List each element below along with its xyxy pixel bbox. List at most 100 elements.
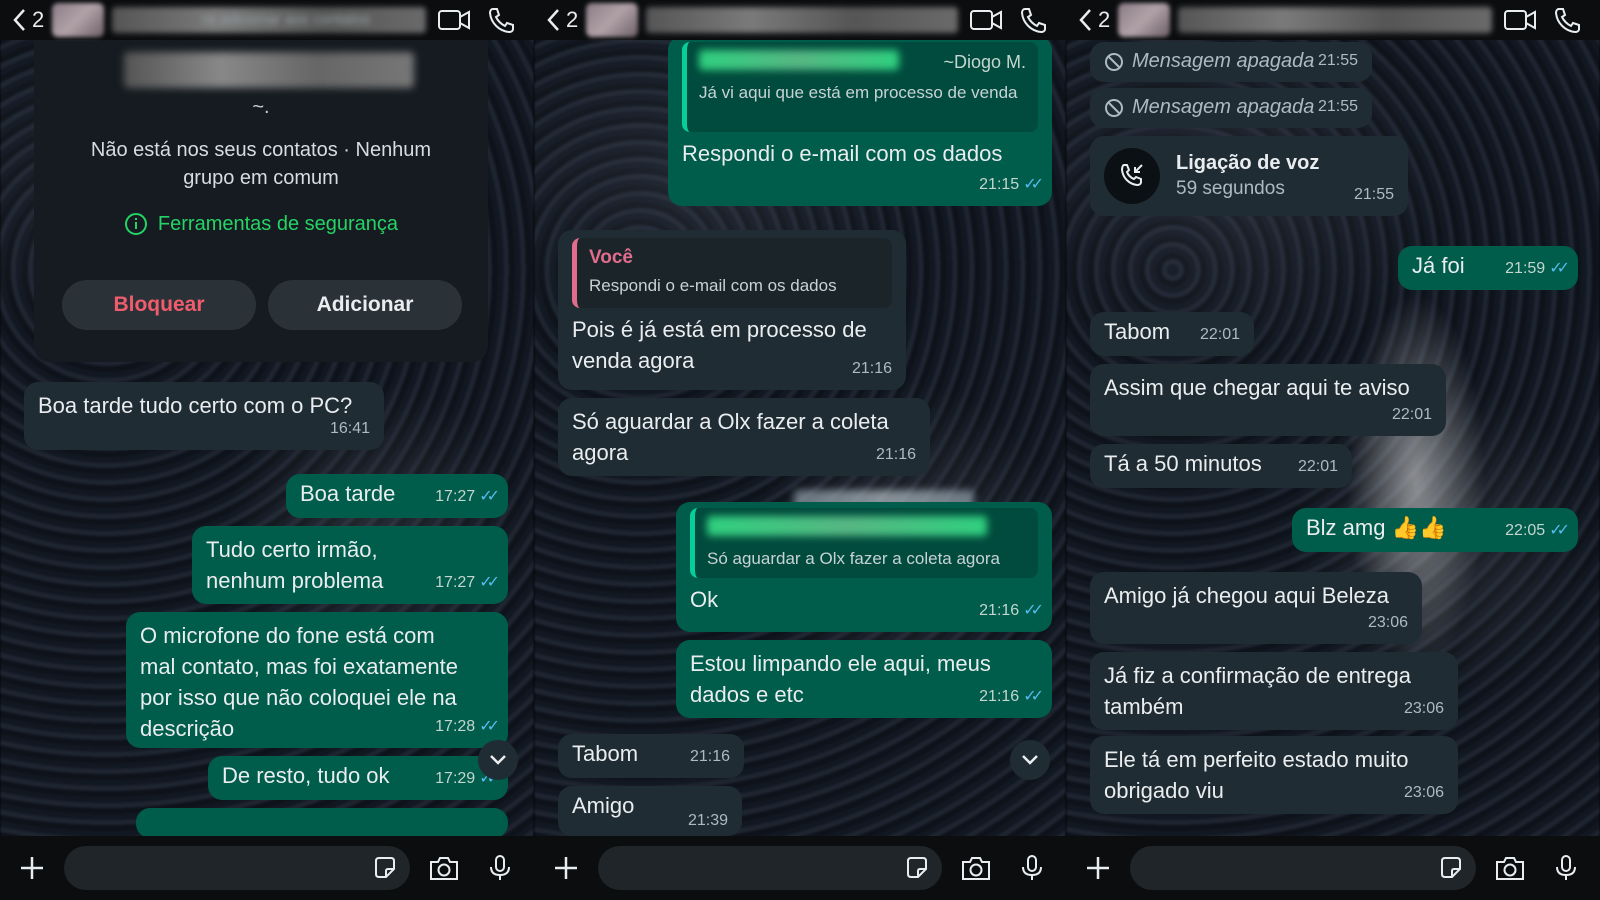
message-text: O microfone do fone está com mal contato… [140, 623, 458, 741]
message-bubble[interactable]: Boa tarde 17:27 ✓✓ [286, 474, 508, 518]
quoted-message[interactable]: Só aguardar a Olx fazer a coleta agora [690, 508, 1038, 578]
message-meta: 21:59 ✓✓ [1505, 253, 1570, 284]
scroll-to-bottom-button[interactable] [478, 740, 518, 780]
microphone-button[interactable] [1544, 846, 1588, 890]
message-time: 17:28 [435, 718, 476, 735]
message-meta: 21:16 ✓✓ [979, 595, 1044, 626]
message-bubble[interactable]: Já foi 21:59 ✓✓ [1398, 246, 1578, 290]
message-time: 17:27 [435, 488, 476, 505]
attach-button[interactable] [1078, 848, 1118, 888]
message-bubble[interactable]: Ele tá em perfeito estado muito obrigado… [1090, 736, 1458, 814]
message-bubble[interactable]: Estou limpando ele aqui, meus dados e et… [676, 640, 1052, 718]
quoted-author-blurred [699, 50, 899, 70]
contact-name[interactable]: ra adicionar aos contatos [112, 7, 426, 33]
sticker-icon[interactable] [904, 855, 930, 881]
message-bubble[interactable]: Amigo já chegou aqui Beleza 23:06 [1090, 572, 1422, 644]
message-meta: 16:41 [330, 413, 370, 444]
back-button[interactable]: 2 [1078, 7, 1110, 33]
message-bubble[interactable]: Só aguardar a Olx fazer a coleta agora O… [676, 502, 1052, 632]
voice-call-button[interactable] [1014, 5, 1054, 35]
avatar[interactable] [1118, 3, 1171, 37]
camera-button[interactable] [1488, 846, 1532, 890]
contact-tilde: ~. [252, 96, 270, 118]
message-bubble[interactable]: De resto, tudo ok 17:29 ✓✓ [208, 756, 508, 800]
video-camera-icon [970, 10, 1002, 30]
message-input[interactable] [64, 846, 410, 890]
message-bubble[interactable]: Só aguardar a Olx fazer a coleta agora 2… [558, 398, 930, 476]
message-bubble[interactable]: Tá a 50 minutos 22:01 [1090, 444, 1352, 488]
video-call-button[interactable] [966, 5, 1006, 35]
back-button[interactable]: 2 [546, 7, 578, 33]
contact-name[interactable] [1178, 7, 1492, 33]
video-camera-icon [438, 10, 470, 30]
message-bubble[interactable]: ~Diogo M. Já vi aqui que está em process… [668, 36, 1052, 206]
message-list[interactable]: ~Diogo M. Já vi aqui que está em process… [534, 36, 1066, 836]
message-bubble[interactable]: Amigo 21:39 [558, 786, 742, 836]
message-time: 21:55 [1353, 186, 1394, 203]
message-bubble-partial[interactable] [136, 808, 508, 838]
voice-call-button[interactable] [482, 5, 522, 35]
microphone-button[interactable] [478, 846, 522, 890]
message-meta: 22:01 [1200, 319, 1240, 350]
voice-call-button[interactable] [1548, 5, 1588, 35]
avatar[interactable] [52, 3, 105, 37]
back-button[interactable]: 2 [12, 7, 44, 33]
camera-button[interactable] [422, 846, 466, 890]
read-ticks-icon: ✓✓ [479, 718, 500, 735]
read-ticks-icon: ✓✓ [1549, 522, 1570, 539]
message-bubble[interactable]: Boa tarde tudo certo com o PC? 16:41 [24, 382, 384, 450]
message-list[interactable]: Mensagem apagada 21:55 Mensagem apagada … [1066, 40, 1600, 836]
message-bubble[interactable]: Tabom 21:16 [558, 734, 744, 778]
missed-call-icon-wrap [1104, 148, 1160, 204]
message-input[interactable] [598, 846, 942, 890]
attach-button[interactable] [546, 848, 586, 888]
add-contact-button[interactable]: Adicionar [268, 280, 462, 330]
message-bubble[interactable]: Mensagem apagada 21:55 [1090, 42, 1372, 82]
message-bubble[interactable]: Você Respondi o e-mail com os dados Pois… [558, 230, 906, 390]
microphone-button[interactable] [1010, 846, 1054, 890]
microphone-icon [1022, 855, 1042, 880]
unread-count: 2 [566, 7, 579, 32]
quoted-text: Já vi aqui que está em processo de venda [699, 83, 1018, 102]
contact-name[interactable] [646, 7, 958, 33]
unread-count: 2 [32, 7, 45, 32]
message-meta: 21:55 [1354, 179, 1394, 210]
message-bubble[interactable]: Blz amg 👍👍 22:05 ✓✓ [1292, 508, 1578, 552]
message-meta: 22:05 ✓✓ [1505, 515, 1570, 546]
chevron-left-icon [13, 9, 25, 31]
message-meta: 22:01 [1298, 451, 1338, 482]
phone-icon [1554, 8, 1580, 34]
camera-button[interactable] [954, 846, 998, 890]
message-time: 21:16 [875, 446, 916, 463]
info-icon [124, 213, 147, 235]
video-call-button[interactable] [1500, 5, 1540, 35]
voice-call-bubble[interactable]: Ligação de voz 59 segundos 21:55 [1090, 136, 1408, 216]
plus-icon [1087, 857, 1109, 879]
message-bubble[interactable]: Tabom 22:01 [1090, 312, 1254, 356]
message-meta: 23:06 [1404, 693, 1444, 724]
video-call-button[interactable] [434, 5, 474, 35]
scroll-to-bottom-button[interactable] [1010, 740, 1050, 780]
message-bubble[interactable]: Assim que chegar aqui te aviso 22:01 [1090, 364, 1446, 436]
message-bubble[interactable]: O microfone do fone está com mal contato… [126, 612, 508, 748]
block-button[interactable]: Bloquear [62, 280, 256, 330]
attach-button[interactable] [12, 848, 52, 888]
quoted-author-blurred [707, 516, 987, 536]
sticker-icon[interactable] [1438, 855, 1464, 881]
message-bubble[interactable]: Mensagem apagada 21:55 [1090, 88, 1372, 128]
sticker-icon[interactable] [372, 855, 398, 881]
message-bubble[interactable]: Tudo certo irmão, nenhum problema 17:27 ✓… [192, 526, 508, 604]
screenshots-collage: 2 ra adicionar aos contatos ~. Não está … [0, 0, 1600, 900]
safety-tools-link[interactable]: Ferramentas de segurança [34, 212, 488, 236]
chevron-left-icon [1079, 9, 1091, 31]
unknown-contact-card: ~. Não está nos seus contatos · Nenhum g… [34, 40, 488, 362]
avatar[interactable] [586, 3, 639, 37]
quoted-text: Só aguardar a Olx fazer a coleta agora [707, 549, 1000, 568]
message-list[interactable]: ~. Não está nos seus contatos · Nenhum g… [0, 40, 534, 838]
message-input[interactable] [1130, 846, 1476, 890]
message-meta: 21:39 [688, 805, 728, 836]
message-text: Mensagem apagada [1132, 96, 1315, 118]
quoted-message[interactable]: Você Respondi o e-mail com os dados [572, 238, 892, 308]
quoted-message[interactable]: ~Diogo M. Já vi aqui que está em process… [682, 42, 1038, 132]
message-bubble[interactable]: Já fiz a confirmação de entrega também 2… [1090, 652, 1458, 730]
